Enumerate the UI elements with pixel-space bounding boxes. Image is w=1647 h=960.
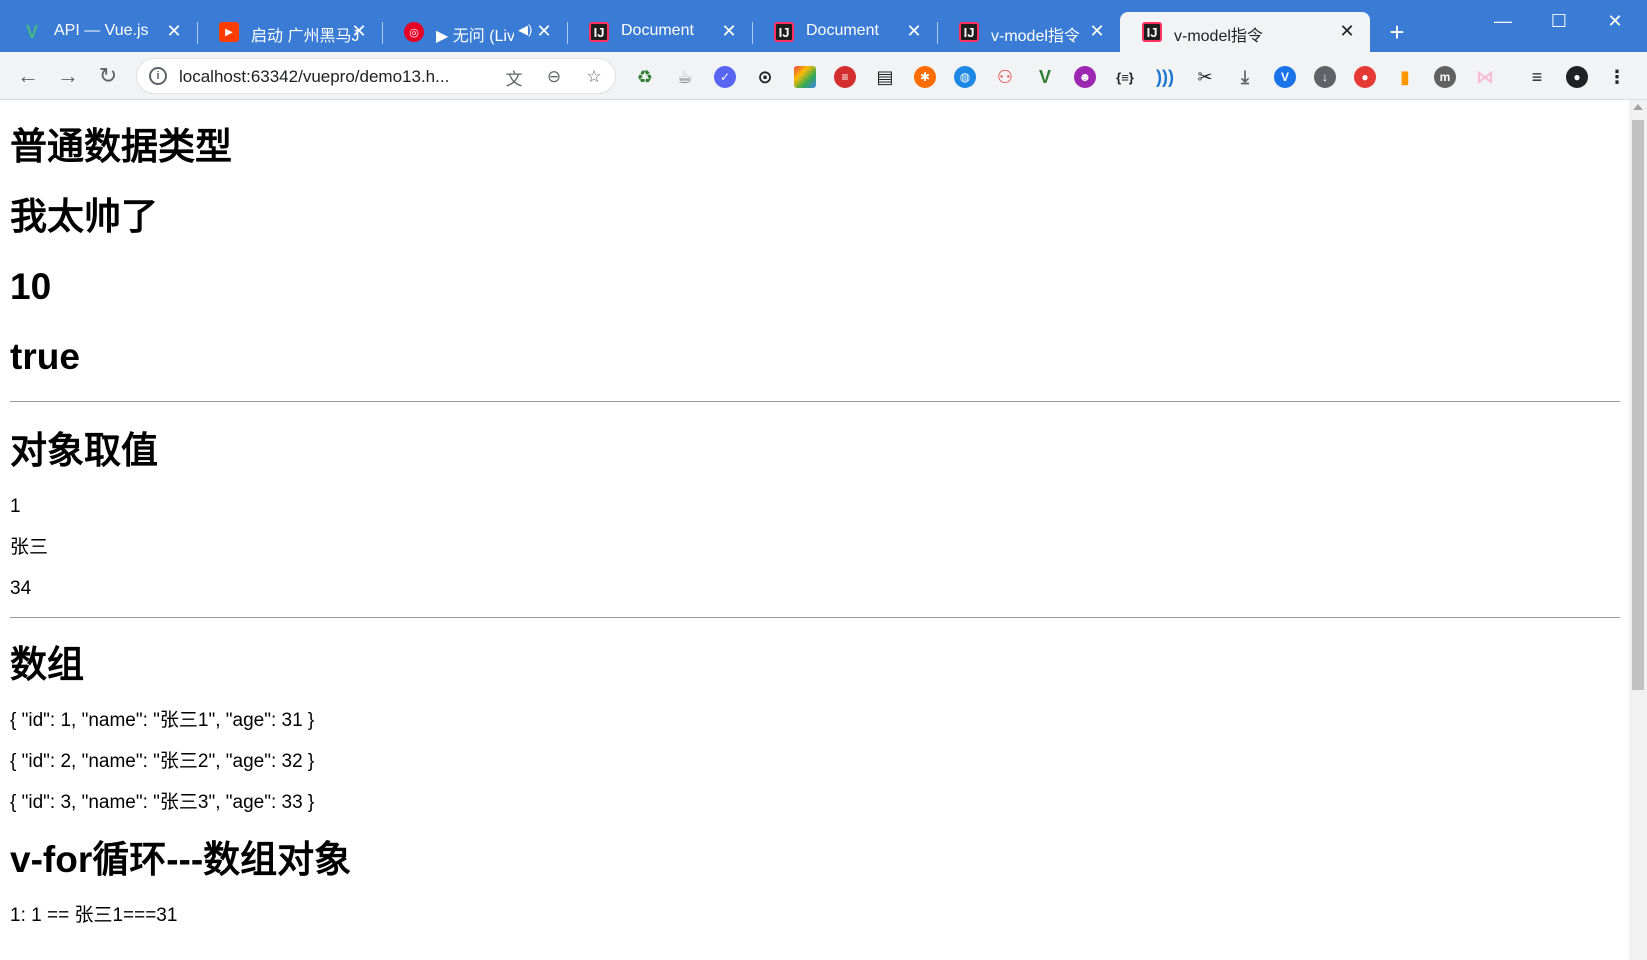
close-tab-icon[interactable]: ✕ bbox=[163, 20, 185, 42]
tab-title: 启动 广州黑马Ja bbox=[251, 28, 359, 45]
site-info-icon[interactable]: i bbox=[149, 67, 167, 85]
extension-purple-icon[interactable]: ☻ bbox=[1074, 66, 1096, 88]
extension-m-icon[interactable]: m bbox=[1434, 66, 1456, 88]
media-queue-icon[interactable]: ≡ bbox=[1526, 66, 1548, 88]
tab-title: ▶ 无问 (Live bbox=[436, 28, 514, 45]
address-bar[interactable]: i localhost:63342/vuepro/demo13.h... 文 ⊖… bbox=[136, 58, 616, 94]
tab-title: API — Vue.js bbox=[54, 22, 149, 39]
divider bbox=[10, 617, 1620, 618]
vue-icon: V bbox=[25, 21, 38, 42]
vfor-item: 1: 1 == 张三1===31 bbox=[10, 905, 178, 926]
intellij-icon: IJ bbox=[589, 22, 609, 42]
section-title-basic: 普通数据类型 bbox=[10, 126, 232, 167]
extension-check-icon[interactable]: ✓ bbox=[714, 66, 736, 88]
divider bbox=[10, 401, 1620, 402]
youtube-icon: ▶ bbox=[219, 22, 239, 42]
tab-title: v-model指令 bbox=[1174, 28, 1263, 45]
intellij-icon: IJ bbox=[959, 22, 979, 42]
new-tab-button[interactable]: + bbox=[1383, 17, 1411, 47]
maximize-icon[interactable]: ☐ bbox=[1536, 6, 1582, 36]
page-content: 普通数据类型 我太帅了 10 true 对象取值 1 张三 34 数组 { "i… bbox=[0, 100, 1629, 960]
close-tab-icon[interactable]: ✕ bbox=[1336, 20, 1358, 42]
browser-toolbar: ← → ↻ i localhost:63342/vuepro/demo13.h.… bbox=[0, 52, 1647, 100]
tab-strip: V API — Vue.js ✕ ▶ 启动 广州黑马Ja ✕ ◎ ▶ 无问 (L… bbox=[0, 0, 1647, 52]
url-text[interactable]: localhost:63342/vuepro/demo13.h... bbox=[179, 67, 449, 87]
menu-kebab-icon[interactable]: ⋮ bbox=[1606, 66, 1628, 88]
reload-icon[interactable]: ↻ bbox=[94, 62, 122, 90]
java-icon[interactable]: ☕ bbox=[674, 66, 696, 88]
download-circle-icon[interactable]: ↓ bbox=[1314, 66, 1336, 88]
zoom-icon[interactable]: ⊖ bbox=[543, 66, 565, 88]
extension-circle-icon[interactable]: ⊙ bbox=[754, 66, 776, 88]
scroll-up-arrow-icon[interactable] bbox=[1633, 104, 1643, 110]
close-tab-icon[interactable]: ✕ bbox=[533, 20, 555, 42]
intellij-icon: IJ bbox=[1142, 22, 1162, 42]
section-title-vfor: v-for循环---数组对象 bbox=[10, 839, 352, 880]
extension-wave-icon[interactable]: ))) bbox=[1154, 66, 1176, 88]
object-value-name: 张三 bbox=[10, 537, 49, 558]
array-item: { "id": 2, "name": "张三2", "age": 32 } bbox=[10, 751, 315, 772]
extension-share-icon[interactable]: ⚇ bbox=[994, 66, 1016, 88]
section-title-array: 数组 bbox=[10, 644, 84, 685]
basic-value-number: 10 bbox=[10, 266, 52, 307]
extension-chat-icon[interactable]: ● bbox=[1354, 66, 1376, 88]
extension-icon[interactable]: ♻ bbox=[634, 66, 656, 88]
object-value-id: 1 bbox=[10, 496, 21, 517]
tab-document-2[interactable]: IJ Document ✕ bbox=[752, 12, 938, 52]
vue-devtools-icon[interactable]: V bbox=[1034, 66, 1056, 88]
speaker-icon[interactable]: ◀) bbox=[518, 22, 532, 38]
close-tab-icon[interactable]: ✕ bbox=[1086, 20, 1108, 42]
forward-icon[interactable]: → bbox=[54, 62, 82, 90]
basic-value-boolean: true bbox=[10, 336, 80, 377]
minimize-icon[interactable]: — bbox=[1480, 6, 1526, 36]
close-tab-icon[interactable]: ✕ bbox=[903, 20, 925, 42]
close-tab-icon[interactable]: ✕ bbox=[718, 20, 740, 42]
intellij-icon: IJ bbox=[774, 22, 794, 42]
scissors-icon[interactable]: ✂ bbox=[1194, 66, 1216, 88]
extension-v-icon[interactable]: V bbox=[1274, 66, 1296, 88]
extension-doc-search-icon[interactable]: ▤ bbox=[874, 66, 896, 88]
array-item: { "id": 3, "name": "张三3", "age": 33 } bbox=[10, 792, 315, 813]
back-icon[interactable]: ← bbox=[14, 62, 42, 90]
translate-icon[interactable]: 文 bbox=[503, 66, 525, 89]
basic-value-string: 我太帅了 bbox=[10, 196, 158, 237]
extension-globe-icon[interactable]: ◍ bbox=[954, 66, 976, 88]
extension-pin-icon[interactable]: ▮ bbox=[1394, 66, 1416, 88]
close-window-icon[interactable]: ✕ bbox=[1592, 6, 1638, 36]
scrollbar-thumb[interactable] bbox=[1632, 120, 1644, 690]
extension-orange-icon[interactable]: ✱ bbox=[914, 66, 936, 88]
extension-bow-icon[interactable]: ⋈ bbox=[1474, 66, 1496, 88]
extension-color-icon[interactable] bbox=[794, 66, 816, 88]
bookmark-star-icon[interactable]: ☆ bbox=[583, 66, 605, 88]
tab-music[interactable]: ◎ ▶ 无问 (Live ◀) ✕ bbox=[382, 12, 568, 52]
tab-api-vue[interactable]: V API — Vue.js ✕ bbox=[0, 12, 198, 52]
tab-document-1[interactable]: IJ Document ✕ bbox=[567, 12, 753, 52]
download-icon[interactable]: ⤓ bbox=[1234, 66, 1256, 88]
profile-avatar-icon[interactable]: ● bbox=[1566, 66, 1588, 88]
section-title-object: 对象取值 bbox=[10, 430, 158, 471]
close-tab-icon[interactable]: ✕ bbox=[348, 20, 370, 42]
netease-music-icon: ◎ bbox=[404, 22, 424, 42]
extension-red-icon[interactable]: ≡ bbox=[834, 66, 856, 88]
array-item: { "id": 1, "name": "张三1", "age": 31 } bbox=[10, 710, 315, 731]
json-viewer-icon[interactable]: {≡} bbox=[1114, 66, 1136, 88]
vertical-scrollbar[interactable] bbox=[1629, 100, 1647, 960]
object-value-age: 34 bbox=[10, 578, 32, 599]
tab-v-model-1[interactable]: IJ v-model指令 ✕ bbox=[937, 12, 1120, 52]
tab-v-model-active[interactable]: IJ v-model指令 ✕ bbox=[1120, 12, 1370, 52]
tab-youtube[interactable]: ▶ 启动 广州黑马Ja ✕ bbox=[197, 12, 383, 52]
